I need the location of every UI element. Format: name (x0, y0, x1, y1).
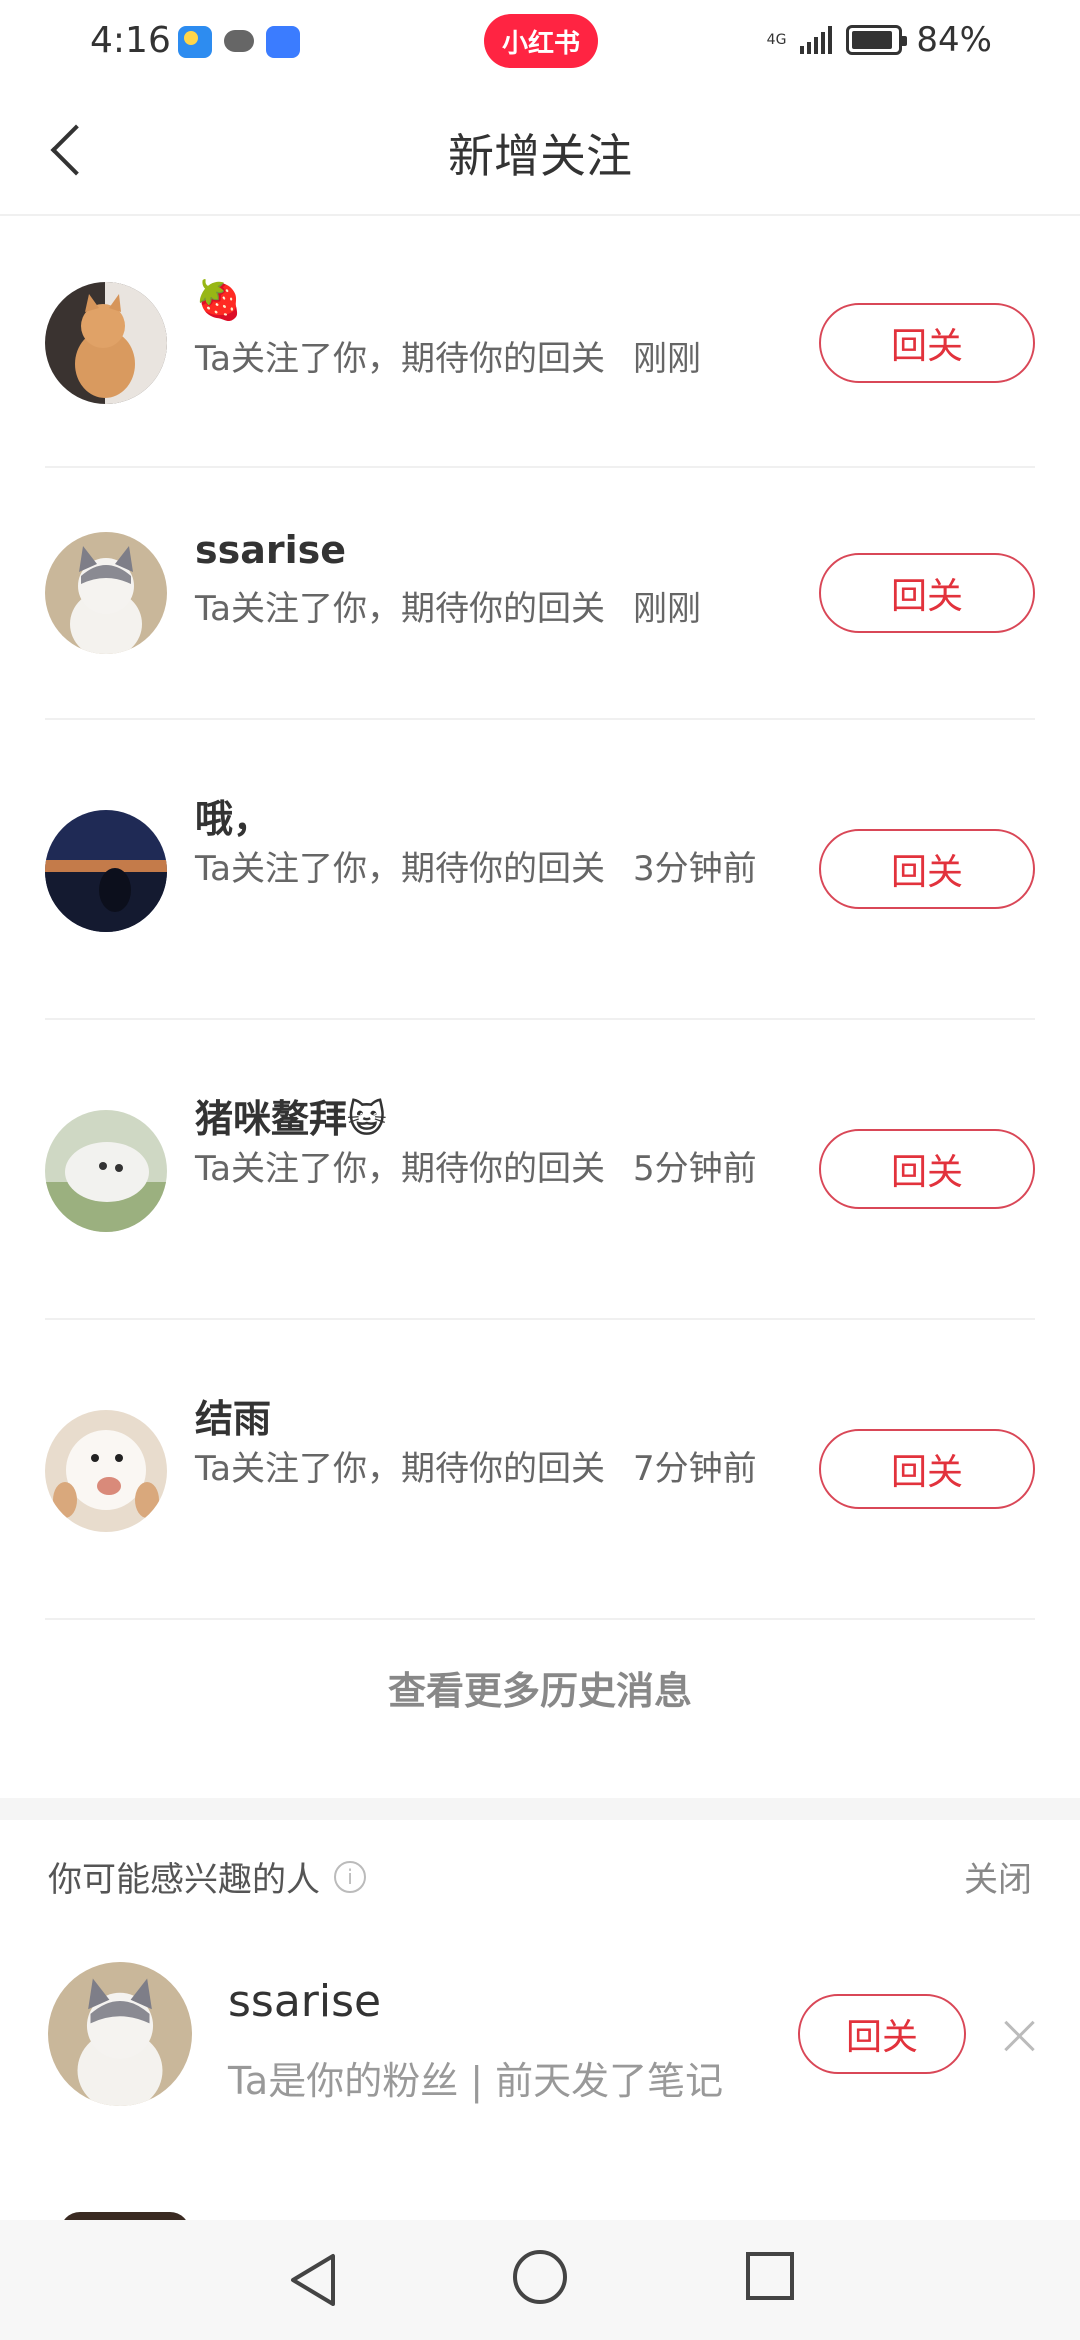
new-followers-list: 🍓 Ta关注了你，期待你的回关 刚刚 回关 ssarise Ta关注了你，期待你的… (45, 218, 1035, 1620)
follower-name[interactable]: ssarise (195, 528, 346, 572)
follow-back-button[interactable]: 回关 (819, 553, 1035, 633)
suggestions-title: 你可能感兴趣的人 i (48, 1852, 366, 1901)
follow-back-button[interactable]: 回关 (819, 1129, 1035, 1209)
weather-icon (178, 26, 212, 58)
follower-name[interactable]: 🍓 (195, 278, 242, 323)
info-icon[interactable]: i (334, 1860, 366, 1893)
follow-message: Ta关注了你，期待你的回关 (195, 1149, 605, 1189)
notification-icons (178, 26, 300, 58)
battery-percent: 84% (916, 20, 992, 60)
suggestion-name[interactable]: ssarise (228, 1976, 381, 2027)
nav-home-icon[interactable] (513, 2250, 567, 2304)
status-bar: 4:16 小红书 4G 84% (0, 0, 1080, 90)
follow-message: Ta关注了你，期待你的回关 (195, 339, 605, 379)
follow-time: 7分钟前 (632, 1449, 757, 1489)
follow-message: Ta关注了你，期待你的回关 (195, 1449, 605, 1489)
follow-back-button[interactable]: 回关 (819, 1429, 1035, 1509)
follow-time: 刚刚 (632, 339, 701, 379)
follower-name[interactable]: 猪咪鳌拜😺 (195, 1088, 387, 1143)
network-type: 4G (766, 32, 787, 48)
follower-desc: Ta关注了你，期待你的回关 3分钟前 (195, 846, 785, 892)
follow-message: Ta关注了你，期待你的回关 (195, 849, 605, 889)
follower-item[interactable]: 哦， Ta关注了你，期待你的回关 3分钟前 回关 (45, 720, 1035, 1020)
follower-desc: Ta关注了你，期待你的回关 7分钟前 (195, 1446, 785, 1492)
follow-back-button[interactable]: 回关 (819, 303, 1035, 383)
avatar[interactable] (45, 282, 167, 404)
follower-item[interactable]: 结雨 Ta关注了你，期待你的回关 7分钟前 回关 (45, 1320, 1035, 1620)
follower-desc: Ta关注了你，期待你的回关 刚刚 (195, 336, 785, 382)
suggestion-avatar[interactable] (48, 1962, 192, 2106)
message-icon (222, 26, 256, 58)
follower-desc: Ta关注了你，期待你的回关 刚刚 (195, 586, 785, 632)
header: 新增关注 (0, 90, 1080, 216)
app-badge: 小红书 (484, 14, 598, 68)
follow-message: Ta关注了你，期待你的回关 (195, 589, 605, 629)
suggestion-follow-button[interactable]: 回关 (798, 1994, 966, 2074)
nav-recents-icon[interactable] (746, 2252, 794, 2300)
follower-item[interactable]: 🍓 Ta关注了你，期待你的回关 刚刚 回关 (45, 218, 1035, 468)
dismiss-icon[interactable] (1000, 2016, 1040, 2056)
avatar[interactable] (45, 810, 167, 932)
cloud-icon (266, 26, 300, 58)
nav-back-icon[interactable] (285, 2250, 345, 2310)
follower-name[interactable]: 结雨 (195, 1388, 271, 1443)
follow-time: 5分钟前 (632, 1149, 757, 1189)
follow-time: 刚刚 (632, 589, 701, 629)
follow-back-button[interactable]: 回关 (819, 829, 1035, 909)
view-more-history-link[interactable]: 查看更多历史消息 (0, 1660, 1080, 1715)
avatar[interactable] (45, 1410, 167, 1532)
suggestions-title-text: 你可能感兴趣的人 (48, 1860, 320, 1900)
avatar[interactable] (45, 532, 167, 654)
status-right: 4G 84% (767, 20, 992, 60)
system-nav-bar (0, 2220, 1080, 2340)
signal-icon (800, 26, 833, 54)
suggestion-desc: Ta是你的粉丝 | 前天发了笔记 (228, 2059, 724, 2103)
battery-icon (846, 25, 908, 55)
status-time: 4:16 (90, 20, 171, 61)
follow-time: 3分钟前 (632, 849, 757, 889)
follower-item[interactable]: ssarise Ta关注了你，期待你的回关 刚刚 回关 (45, 468, 1035, 720)
page-title: 新增关注 (448, 129, 632, 183)
avatar[interactable] (45, 1110, 167, 1232)
follower-name[interactable]: 哦， (195, 788, 271, 843)
close-suggestions-button[interactable]: 关闭 (964, 1852, 1032, 1901)
section-divider (0, 1798, 1080, 1820)
follower-desc: Ta关注了你，期待你的回关 5分钟前 (195, 1146, 785, 1192)
follower-item[interactable]: 猪咪鳌拜😺 Ta关注了你，期待你的回关 5分钟前 回关 (45, 1020, 1035, 1320)
